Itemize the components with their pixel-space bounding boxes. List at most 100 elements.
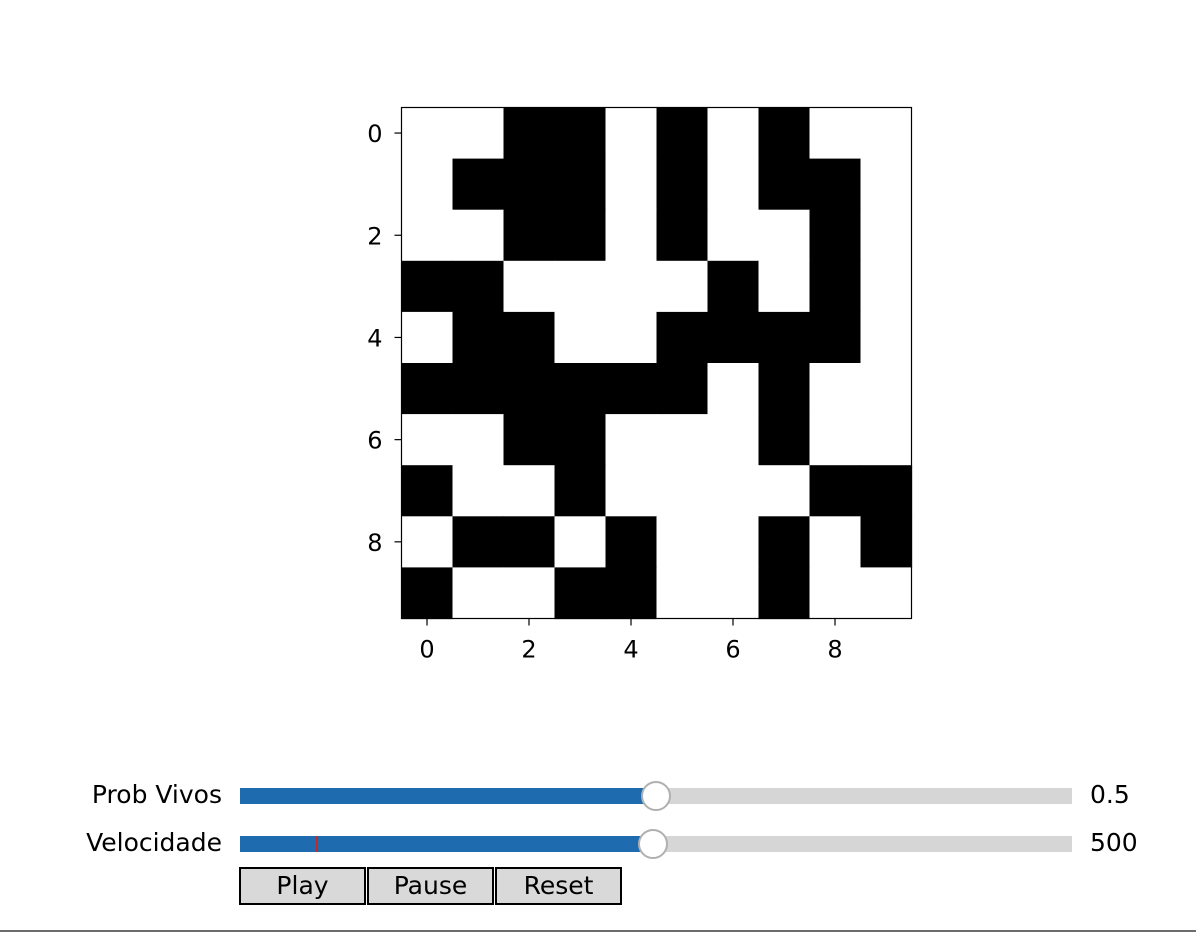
- dead-cell: [707, 465, 760, 517]
- alive-cell: [656, 311, 709, 364]
- dead-cell: [401, 414, 454, 466]
- dead-cell: [656, 567, 709, 620]
- dead-cell: [707, 516, 760, 568]
- velocidade-value: 500: [1090, 828, 1138, 857]
- dead-cell: [503, 465, 556, 517]
- alive-cell: [554, 363, 607, 415]
- alive-cell: [503, 516, 556, 568]
- alive-cell: [809, 311, 862, 364]
- dead-cell: [503, 260, 556, 313]
- dead-cell: [707, 209, 760, 262]
- alive-cell: [452, 260, 505, 313]
- alive-cell: [452, 158, 505, 211]
- dead-cell: [860, 209, 913, 262]
- game-of-life-grid: 0 2 4 6 8 0 2 4 6 8: [367, 106, 913, 664]
- alive-cell: [758, 107, 811, 160]
- dead-cell: [809, 363, 862, 415]
- dead-cell: [452, 209, 505, 262]
- alive-cell: [452, 516, 505, 568]
- alive-cell: [809, 465, 862, 517]
- alive-cell: [503, 414, 556, 466]
- dead-cell: [860, 107, 913, 160]
- alive-cell: [809, 209, 862, 262]
- dead-cell: [809, 414, 862, 466]
- alive-cell: [503, 311, 556, 364]
- dead-cell: [554, 516, 607, 568]
- alive-cell: [707, 260, 760, 313]
- dead-cell: [860, 414, 913, 466]
- slider-initial-marker: [315, 836, 318, 852]
- alive-cell: [758, 311, 811, 364]
- y-tick-label: 4: [367, 324, 382, 352]
- dead-cell: [401, 209, 454, 262]
- reset-button[interactable]: Reset: [495, 867, 622, 905]
- y-tick-label: 2: [367, 222, 382, 250]
- alive-cell: [401, 465, 454, 517]
- slider-handle[interactable]: [637, 829, 668, 859]
- dead-cell: [401, 107, 454, 160]
- x-tick-label: 2: [521, 636, 536, 664]
- dead-cell: [758, 465, 811, 517]
- slider-fill: [240, 788, 656, 804]
- dead-cell: [860, 311, 913, 364]
- alive-cell: [605, 567, 658, 620]
- dead-cell: [809, 516, 862, 568]
- prob-vivos-value: 0.5: [1090, 780, 1130, 809]
- alive-cell: [554, 107, 607, 160]
- alive-cell: [656, 363, 709, 415]
- dead-cell: [401, 311, 454, 364]
- dead-cell: [656, 465, 709, 517]
- velocidade-label: Velocidade: [86, 828, 222, 857]
- dead-cell: [605, 465, 658, 517]
- dead-cell: [809, 107, 862, 160]
- y-tick-label: 8: [367, 529, 382, 557]
- dead-cell: [503, 567, 556, 620]
- y-tick-label: 6: [367, 427, 382, 455]
- dead-cell: [605, 107, 658, 160]
- alive-cell: [503, 158, 556, 211]
- dead-cell: [860, 363, 913, 415]
- dead-cell: [452, 107, 505, 160]
- slider-handle[interactable]: [641, 781, 671, 811]
- dead-cell: [401, 158, 454, 211]
- velocidade-slider[interactable]: [240, 829, 1072, 859]
- dead-cell: [656, 260, 709, 313]
- pause-button[interactable]: Pause: [367, 867, 494, 905]
- dead-cell: [758, 209, 811, 262]
- dead-cell: [707, 567, 760, 620]
- alive-cell: [452, 363, 505, 415]
- dead-cell: [401, 516, 454, 568]
- alive-cell: [758, 414, 811, 466]
- dead-cell: [452, 567, 505, 620]
- dead-cell: [656, 516, 709, 568]
- alive-cell: [758, 516, 811, 568]
- play-button[interactable]: Play: [239, 867, 366, 905]
- alive-cell: [452, 311, 505, 364]
- dead-cell: [707, 414, 760, 466]
- dead-cell: [605, 260, 658, 313]
- dead-cell: [860, 567, 913, 620]
- alive-cell: [860, 465, 913, 517]
- alive-cell: [656, 158, 709, 211]
- prob-vivos-label: Prob Vivos: [91, 780, 222, 809]
- prob-vivos-slider[interactable]: [240, 781, 1072, 811]
- dead-cell: [758, 260, 811, 313]
- x-tick-label: 4: [623, 636, 638, 664]
- dead-cell: [452, 465, 505, 517]
- dead-cell: [605, 311, 658, 364]
- dead-cell: [452, 414, 505, 466]
- dead-cell: [707, 107, 760, 160]
- alive-cell: [503, 107, 556, 160]
- alive-cell: [656, 209, 709, 262]
- dead-cell: [605, 414, 658, 466]
- alive-cell: [758, 158, 811, 211]
- dead-cell: [554, 260, 607, 313]
- alive-cell: [401, 260, 454, 313]
- alive-cell: [809, 158, 862, 211]
- dead-cell: [809, 567, 862, 620]
- alive-cell: [401, 363, 454, 415]
- alive-cell: [503, 209, 556, 262]
- dead-cell: [860, 260, 913, 313]
- alive-cell: [656, 107, 709, 160]
- alive-cell: [605, 516, 658, 568]
